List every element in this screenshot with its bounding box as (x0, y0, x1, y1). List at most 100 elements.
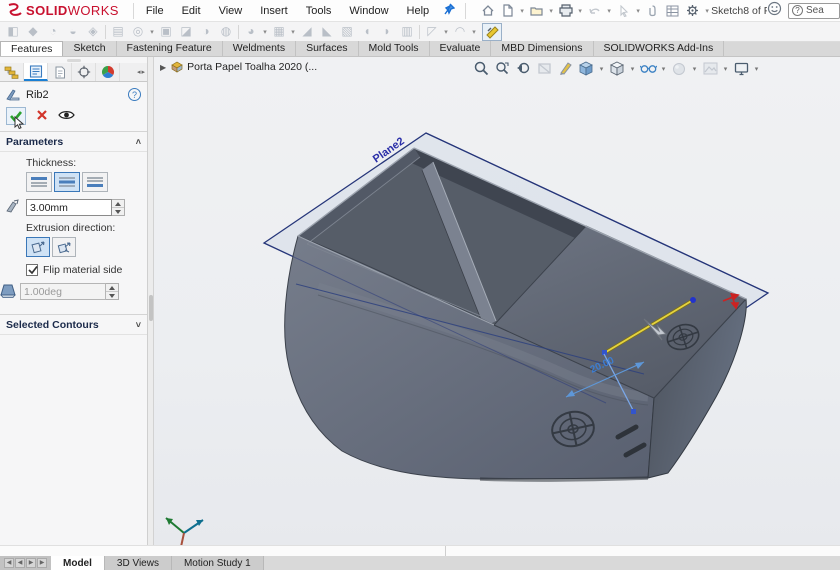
select-icon[interactable] (614, 2, 633, 20)
display-style-caret-icon[interactable]: ▾ (629, 65, 636, 73)
menu-file[interactable]: File (138, 2, 172, 20)
property-manager-icon[interactable] (24, 63, 48, 81)
ribbon-icon-draft[interactable]: ◣ (317, 23, 337, 40)
dynamic-annotation-icon[interactable] (556, 60, 574, 77)
ribbon-caret-icon[interactable]: ▾ (470, 28, 478, 36)
display-manager-icon[interactable] (96, 63, 120, 81)
ribbon-caret-icon[interactable]: ▾ (289, 28, 297, 36)
view-settings-caret-icon[interactable]: ▾ (753, 65, 760, 73)
new-document-icon[interactable] (498, 2, 517, 20)
flyout-expand-icon[interactable]: ▶ (160, 63, 166, 72)
preview-button[interactable] (58, 109, 75, 124)
ribbon-icon-fillet[interactable]: ◕ (241, 23, 261, 40)
menu-tools[interactable]: Tools (298, 2, 340, 20)
draft-angle-input[interactable]: 1.00deg (20, 283, 106, 300)
apply-scene-icon[interactable] (701, 60, 719, 77)
options-gear-icon[interactable] (683, 2, 702, 20)
flip-material-checkbox[interactable] (26, 264, 38, 276)
tab-evaluate[interactable]: Evaluate (430, 41, 492, 56)
scroll-left-icon[interactable]: ◂ (137, 68, 141, 76)
ribbon-icon-instant3d[interactable] (482, 23, 502, 41)
undo-caret-icon[interactable]: ▾ (605, 7, 613, 15)
thickness-second-side-button[interactable] (82, 172, 108, 192)
edit-appearance-icon[interactable] (670, 60, 688, 77)
tab-motion-study-1[interactable]: Motion Study 1 (172, 556, 264, 570)
ribbon-icon-revolved-boss[interactable]: ◆ (23, 23, 43, 40)
ribbon-caret-icon[interactable]: ▾ (261, 28, 269, 36)
last-tab-icon[interactable]: ▶ (37, 558, 47, 568)
ribbon-icon-swept-cut[interactable]: ◪ (176, 23, 196, 40)
scene-caret-icon[interactable]: ▾ (722, 65, 729, 73)
splitter-handle[interactable] (149, 295, 153, 321)
search-input[interactable]: ? Sea (788, 3, 840, 19)
view-settings-icon[interactable] (732, 60, 750, 77)
previous-view-icon[interactable] (514, 60, 532, 77)
ribbon-icon-reference-geometry[interactable]: ◸ (422, 23, 442, 40)
menu-help[interactable]: Help (399, 2, 438, 20)
ribbon-icon-mirror[interactable]: ▥ (397, 23, 417, 40)
extrusion-parallel-button[interactable] (26, 237, 50, 257)
home-icon[interactable] (478, 2, 497, 20)
next-tab-icon[interactable]: ▶ (26, 558, 36, 568)
ribbon-icon-extruded-boss[interactable]: ◧ (3, 23, 23, 40)
extrusion-normal-button[interactable] (52, 237, 76, 257)
thickness-first-side-button[interactable] (26, 172, 52, 192)
hide-show-caret-icon[interactable]: ▾ (660, 65, 667, 73)
dimxpert-manager-icon[interactable] (72, 63, 96, 81)
manager-tab-scroll[interactable]: ◂▸ (120, 63, 147, 81)
appearance-caret-icon[interactable]: ▾ (691, 65, 698, 73)
tab-weldments[interactable]: Weldments (223, 41, 296, 56)
ok-button[interactable] (6, 107, 26, 125)
attach-icon[interactable] (643, 2, 662, 20)
section-view-icon[interactable] (535, 60, 553, 77)
ribbon-icon-wrap[interactable]: ◖ (357, 23, 377, 40)
ribbon-caret-icon[interactable]: ▾ (442, 28, 450, 36)
zoom-to-area-icon[interactable] (493, 60, 511, 77)
cancel-button[interactable] (36, 109, 48, 124)
tab-surfaces[interactable]: Surfaces (296, 41, 358, 56)
ribbon-icon-linear-pattern[interactable]: ▦ (269, 23, 289, 40)
options-caret-icon[interactable]: ▾ (703, 7, 711, 15)
smiley-icon[interactable] (767, 1, 782, 21)
orientation-caret-icon[interactable]: ▾ (598, 65, 605, 73)
new-caret-icon[interactable]: ▾ (518, 7, 526, 15)
tab-solidworks-add-ins[interactable]: SOLIDWORKS Add-Ins (594, 41, 725, 56)
ribbon-icon-revolved-cut[interactable]: ▣ (156, 23, 176, 40)
menu-view[interactable]: View (211, 2, 251, 20)
menu-insert[interactable]: Insert (252, 2, 296, 20)
configuration-manager-icon[interactable] (48, 63, 72, 81)
first-tab-icon[interactable]: ◀ (4, 558, 14, 568)
ribbon-caret-icon[interactable]: ▾ (148, 28, 156, 36)
graphics-viewport[interactable]: Plane2 (154, 57, 840, 545)
ribbon-icon-intersect[interactable]: ◗ (377, 23, 397, 40)
ribbon-icon-curves[interactable]: ◠ (450, 23, 470, 40)
ribbon-icon-shell[interactable]: ▧ (337, 23, 357, 40)
open-icon[interactable] (527, 2, 546, 20)
select-caret-icon[interactable]: ▾ (634, 7, 642, 15)
help-icon[interactable]: ? (128, 88, 141, 101)
tab-sketch[interactable]: Sketch (63, 41, 116, 56)
ribbon-icon-swept-boss[interactable]: ◔ (43, 23, 63, 40)
tab-mbd-dimensions[interactable]: MBD Dimensions (491, 41, 593, 56)
thickness-value-input[interactable]: 3.00mm (26, 199, 112, 216)
flyout-part-name[interactable]: Porta Papel Toalha 2020 (... (187, 61, 317, 73)
ribbon-icon-boundary-boss[interactable]: ◈ (83, 23, 103, 40)
thickness-both-sides-button[interactable] (54, 172, 80, 192)
open-caret-icon[interactable]: ▾ (547, 7, 555, 15)
menu-edit[interactable]: Edit (174, 2, 209, 20)
display-pane-icon[interactable] (663, 2, 682, 20)
ribbon-icon-lofted-boss[interactable]: ◒ (63, 23, 83, 40)
feature-manager-tree-icon[interactable] (0, 63, 24, 81)
zoom-to-fit-icon[interactable] (472, 60, 490, 77)
tab-features[interactable]: Features (0, 41, 63, 56)
undo-icon[interactable] (585, 2, 604, 20)
display-style-icon[interactable] (608, 60, 626, 77)
ribbon-icon-rib[interactable]: ◢ (297, 23, 317, 40)
model-body[interactable] (285, 148, 747, 480)
print-icon[interactable] (556, 2, 575, 20)
tab-model[interactable]: Model (51, 556, 105, 570)
parameters-group-header[interactable]: Parameters ˄ (0, 132, 147, 152)
feature-tree-flyout[interactable]: ▶ Porta Papel Toalha 2020 (... (160, 61, 317, 73)
ribbon-icon-lofted-cut[interactable]: ◑ (196, 23, 216, 40)
ribbon-icon-extruded-cut[interactable]: ▤ (108, 23, 128, 40)
